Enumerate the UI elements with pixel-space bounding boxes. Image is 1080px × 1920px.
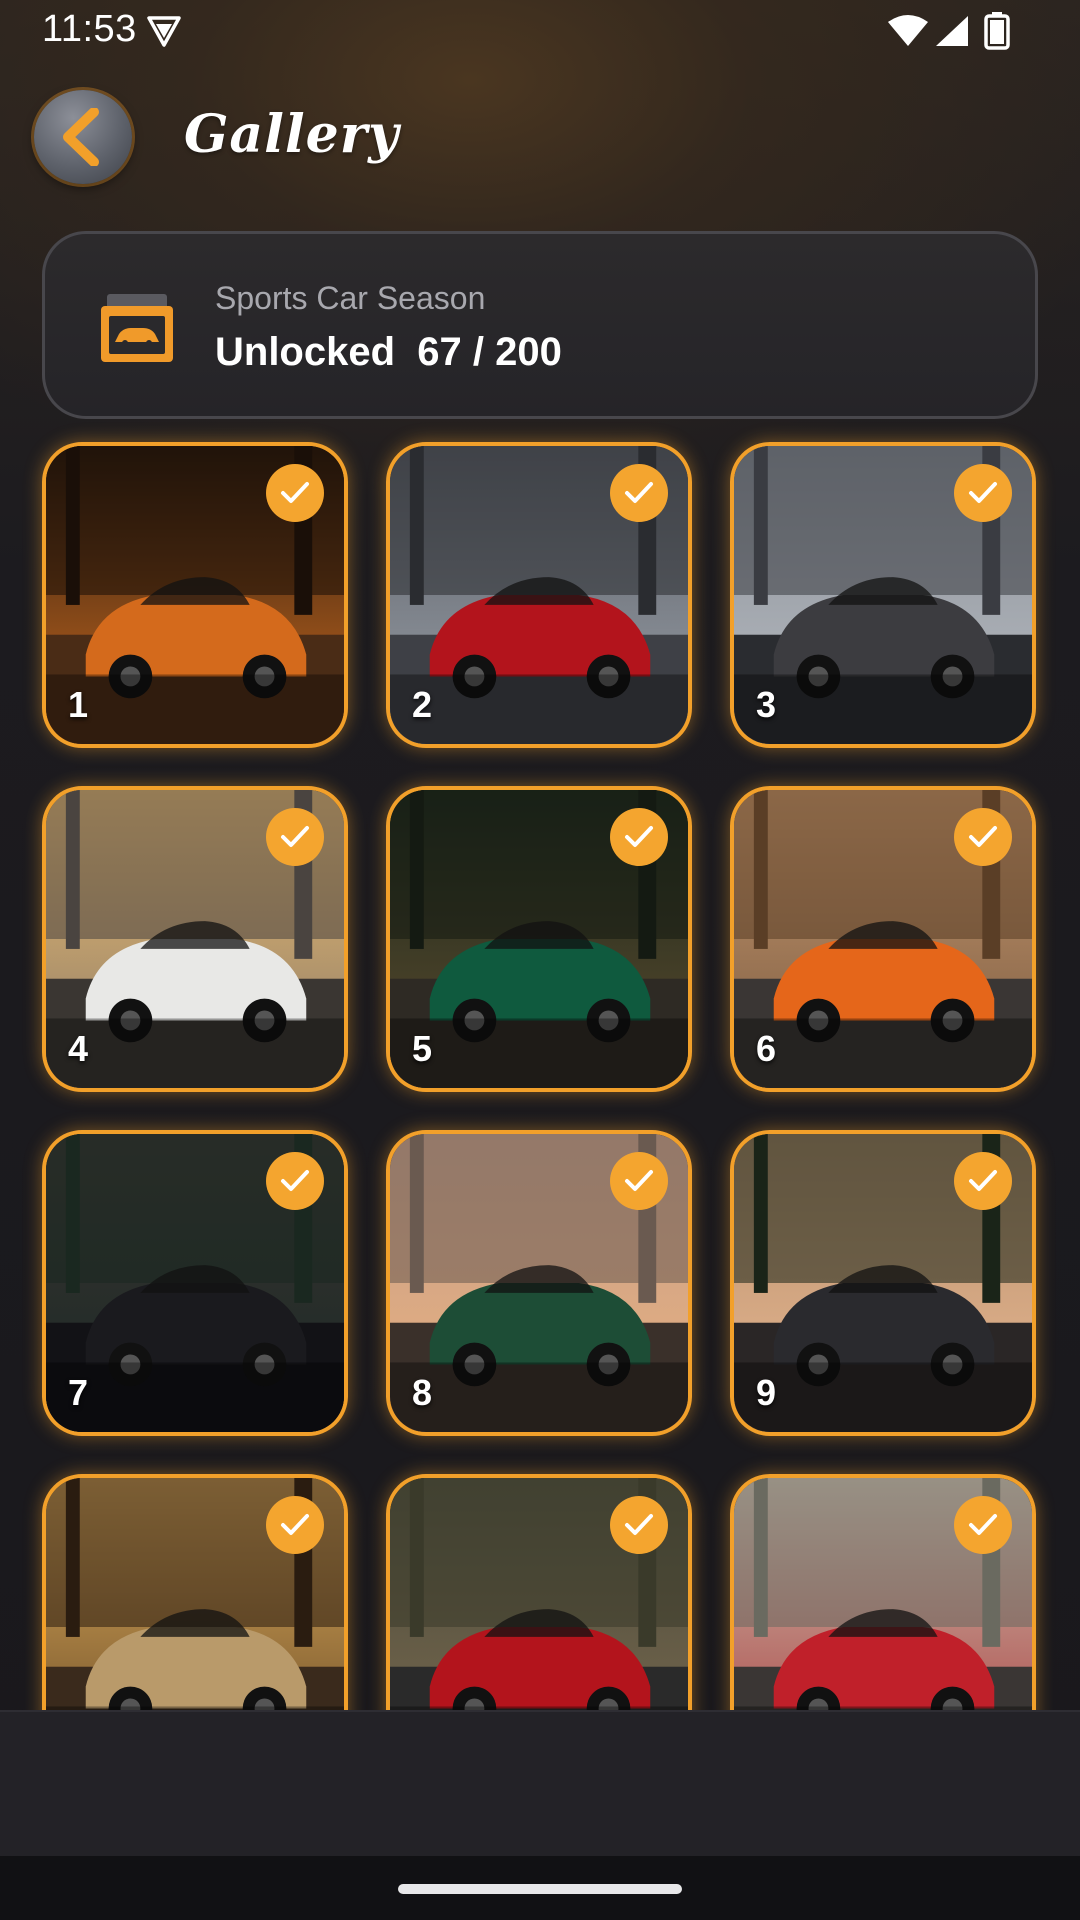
checkmark-icon bbox=[969, 482, 997, 503]
gallery-tile[interactable]: 11 bbox=[386, 1474, 692, 1710]
checkmark-icon bbox=[281, 1514, 309, 1535]
bottom-panel bbox=[0, 1710, 1080, 1858]
gallery-tile[interactable]: 4 bbox=[42, 786, 348, 1092]
checkmark-icon bbox=[625, 826, 653, 847]
gallery-tile[interactable]: 7 bbox=[42, 1130, 348, 1436]
tile-number: 4 bbox=[68, 1028, 89, 1069]
gallery-tile[interactable]: 9 bbox=[730, 1130, 1036, 1436]
gallery-tile[interactable]: 3 bbox=[730, 442, 1036, 748]
unlocked-check-badge bbox=[954, 1152, 1012, 1210]
gallery-tile[interactable]: 1 bbox=[42, 442, 348, 748]
gallery-screen: 11:53 Gallery Sports Car Season Unlocked… bbox=[0, 0, 1080, 1920]
gallery-grid: 123456789101112 bbox=[0, 0, 1080, 1710]
unlocked-check-badge bbox=[266, 808, 324, 866]
checkmark-icon bbox=[969, 1170, 997, 1191]
gallery-tile[interactable]: 6 bbox=[730, 786, 1036, 1092]
tile-number: 6 bbox=[756, 1028, 777, 1069]
tile-number: 9 bbox=[756, 1372, 777, 1413]
checkmark-icon bbox=[625, 1514, 653, 1535]
gallery-tile[interactable]: 5 bbox=[386, 786, 692, 1092]
gallery-tile[interactable]: 8 bbox=[386, 1130, 692, 1436]
checkmark-icon bbox=[281, 1170, 309, 1191]
checkmark-icon bbox=[281, 482, 309, 503]
tile-number: 7 bbox=[68, 1372, 89, 1413]
gallery-tile[interactable]: 12 bbox=[730, 1474, 1036, 1710]
unlocked-check-badge bbox=[266, 464, 324, 522]
unlocked-check-badge bbox=[610, 1496, 668, 1554]
tile-number: 2 bbox=[412, 684, 433, 725]
checkmark-icon bbox=[281, 826, 309, 847]
unlocked-check-badge bbox=[610, 808, 668, 866]
unlocked-check-badge bbox=[266, 1496, 324, 1554]
home-indicator[interactable] bbox=[398, 1884, 682, 1894]
unlocked-check-badge bbox=[610, 464, 668, 522]
tile-number: 8 bbox=[412, 1372, 433, 1413]
tile-number: 5 bbox=[412, 1028, 433, 1069]
checkmark-icon bbox=[969, 1514, 997, 1535]
unlocked-check-badge bbox=[266, 1152, 324, 1210]
unlocked-check-badge bbox=[954, 1496, 1012, 1554]
checkmark-icon bbox=[625, 1170, 653, 1191]
checkmark-icon bbox=[625, 482, 653, 503]
gallery-tile[interactable]: 10 bbox=[42, 1474, 348, 1710]
unlocked-check-badge bbox=[954, 464, 1012, 522]
checkmark-icon bbox=[969, 826, 997, 847]
tile-number: 3 bbox=[756, 684, 777, 725]
unlocked-check-badge bbox=[610, 1152, 668, 1210]
gallery-tile[interactable]: 2 bbox=[386, 442, 692, 748]
tile-number: 1 bbox=[68, 684, 89, 725]
unlocked-check-badge bbox=[954, 808, 1012, 866]
